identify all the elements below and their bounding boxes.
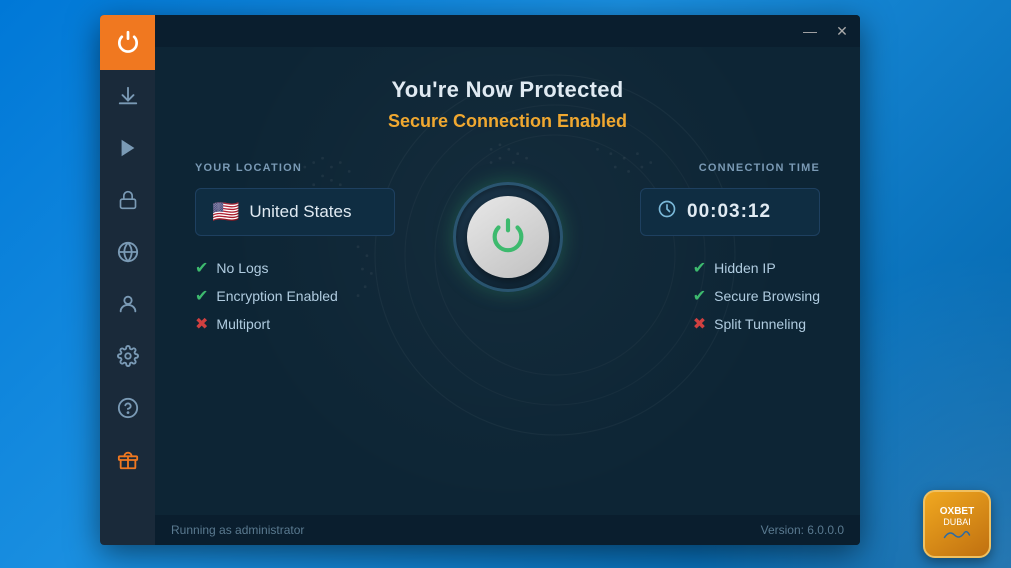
sidebar-item-settings[interactable] [100, 330, 155, 382]
oxbet-app-icon[interactable]: OXBET DUBAI [923, 490, 991, 558]
timer-box: 00:03:12 [640, 188, 820, 236]
feature-encryption: ✔ Encryption Enabled [195, 286, 395, 306]
feature-label-split-tunneling: Split Tunneling [714, 316, 806, 332]
timer-value: 00:03:12 [687, 201, 771, 223]
sidebar-item-user[interactable] [100, 278, 155, 330]
info-row: YOUR LOCATION 🇺🇸 United States ✔ No Logs… [195, 162, 820, 334]
feature-secure-browsing: ✔ Secure Browsing [693, 286, 820, 306]
features-left: ✔ No Logs ✔ Encryption Enabled ✖ Multipo… [195, 258, 395, 334]
minimize-button[interactable]: — [800, 21, 820, 41]
location-flag: 🇺🇸 [212, 199, 239, 225]
status-bar: Running as administrator Version: 6.0.0.… [155, 515, 860, 545]
check-icon-encryption: ✔ [195, 286, 208, 306]
sidebar-item-power[interactable] [100, 15, 155, 70]
oxbet-line1: OXBET [940, 506, 974, 517]
title-bar: — ✕ [155, 15, 860, 47]
sidebar-item-help[interactable] [100, 382, 155, 434]
check-icon-hidden-ip: ✔ [693, 258, 706, 278]
close-button[interactable]: ✕ [832, 21, 852, 41]
check-icon-secure-browsing: ✔ [693, 286, 706, 306]
cross-icon-split-tunneling: ✖ [693, 314, 706, 334]
content-area: You're Now Protected Secure Connection E… [155, 47, 860, 515]
status-left: Running as administrator [171, 523, 304, 537]
feature-label-multiport: Multiport [216, 316, 270, 332]
power-center [453, 182, 563, 292]
app-window: — ✕ [100, 15, 860, 545]
sidebar-item-download[interactable] [100, 70, 155, 122]
sidebar-item-ip[interactable] [100, 226, 155, 278]
main-panel: — ✕ [155, 15, 860, 545]
feature-multiport: ✖ Multiport [195, 314, 395, 334]
feature-split-tunneling: ✖ Split Tunneling [693, 314, 820, 334]
feature-no-logs: ✔ No Logs [195, 258, 395, 278]
sidebar-item-lock[interactable] [100, 174, 155, 226]
feature-label-no-logs: No Logs [216, 260, 268, 276]
location-box[interactable]: 🇺🇸 United States [195, 188, 395, 236]
sidebar-item-gift[interactable] [100, 434, 155, 486]
power-ring[interactable] [453, 182, 563, 292]
features-right: ✔ Hidden IP ✔ Secure Browsing ✖ Split Tu… [693, 258, 820, 334]
location-label: YOUR LOCATION [195, 162, 395, 174]
timer-label: CONNECTION TIME [699, 162, 820, 174]
timer-icon [657, 199, 677, 225]
protected-title: You're Now Protected [391, 77, 623, 103]
oxbet-logo-graphic [942, 527, 972, 543]
feature-label-hidden-ip: Hidden IP [714, 260, 775, 276]
feature-label-secure-browsing: Secure Browsing [714, 288, 820, 304]
feature-hidden-ip: ✔ Hidden IP [693, 258, 820, 278]
status-right: Version: 6.0.0.0 [761, 523, 844, 537]
sidebar-item-play[interactable] [100, 122, 155, 174]
feature-label-encryption: Encryption Enabled [216, 288, 337, 304]
connection-status: Secure Connection Enabled [388, 111, 627, 132]
power-icon [488, 217, 528, 257]
location-name: United States [249, 202, 351, 222]
right-panel: CONNECTION TIME 00:03:12 ✔ [620, 162, 820, 334]
check-icon-no-logs: ✔ [195, 258, 208, 278]
cross-icon-multiport: ✖ [195, 314, 208, 334]
sidebar [100, 15, 155, 545]
power-button[interactable] [467, 196, 549, 278]
oxbet-line2: DUBAI [943, 517, 971, 527]
left-panel: YOUR LOCATION 🇺🇸 United States ✔ No Logs… [195, 162, 395, 334]
